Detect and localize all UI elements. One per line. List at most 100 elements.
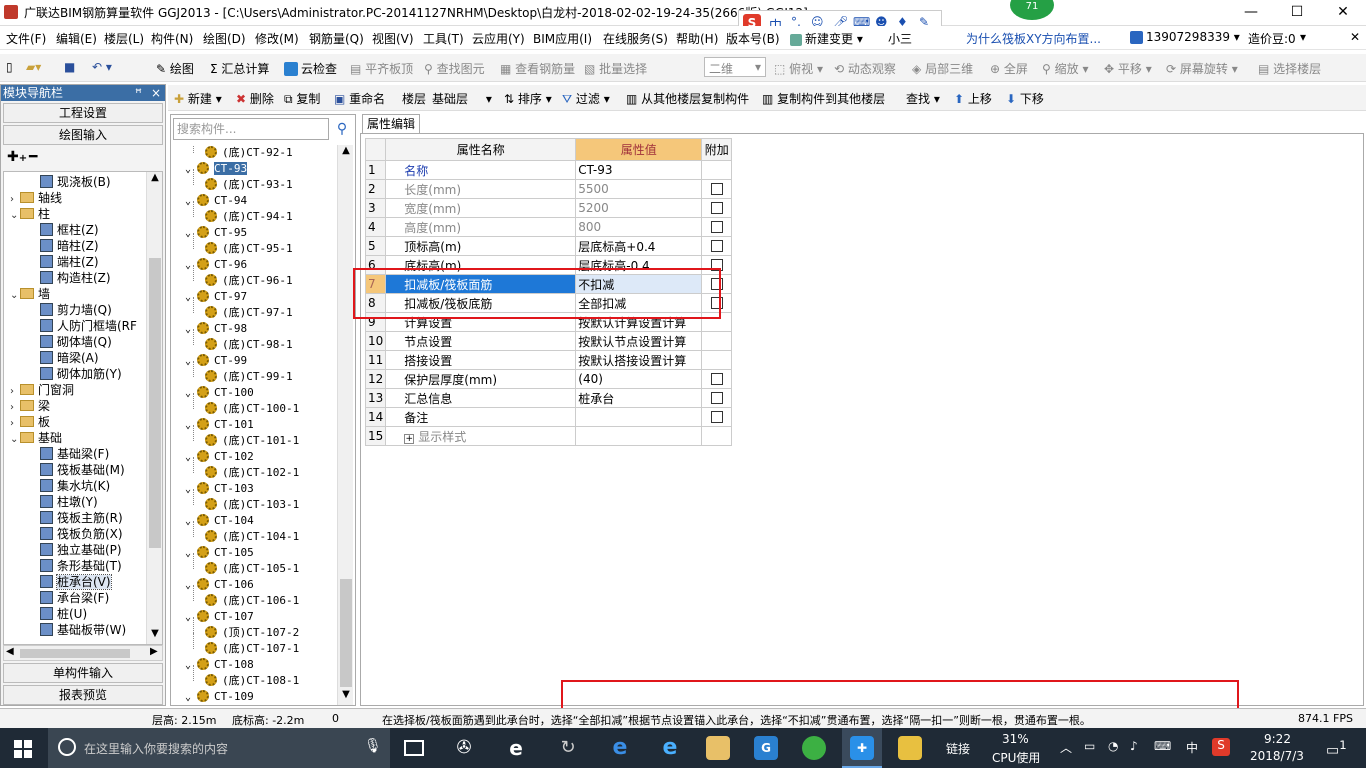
single-input-button[interactable]: 单构件输入 <box>3 663 163 683</box>
component-sub-item[interactable]: (底)CT-103-1 <box>193 489 299 513</box>
filter-button[interactable]: ⛛ 过滤 ▾ <box>562 90 610 107</box>
component-item[interactable]: ⌄ CT-107 <box>185 609 254 625</box>
user-small-label[interactable]: 小三 <box>888 30 912 47</box>
component-sub-item[interactable]: (底)CT-92-1 <box>193 145 293 161</box>
collapse-arrow-icon[interactable]: ⌄ <box>185 514 197 530</box>
tree-item[interactable]: 独立基础(P) <box>40 542 122 558</box>
property-name-cell[interactable]: 汇总信息 <box>385 388 577 408</box>
tree-item[interactable]: 桩承台(V) <box>40 574 112 590</box>
property-row[interactable]: 5 顶标高(m) 层底标高+0.4 <box>364 236 733 256</box>
component-sub-item[interactable]: (底)CT-97-1 <box>193 297 293 321</box>
ie-blue-icon[interactable]: e <box>658 736 682 760</box>
scroll-down-icon[interactable]: ▼ <box>147 628 162 639</box>
close-button[interactable]: ✕ <box>1320 0 1366 26</box>
tray-chevron-icon[interactable]: ︿ <box>1060 739 1072 756</box>
tree-item[interactable]: 人防门框墙(RF <box>40 318 137 334</box>
edge-icon[interactable]: e <box>608 736 632 760</box>
scroll-thumb[interactable] <box>149 258 161 548</box>
tree-item[interactable]: 暗梁(A) <box>40 350 99 366</box>
component-item[interactable]: ⌄ CT-103 <box>185 481 254 497</box>
property-row[interactable]: 11 搭接设置 按默认搭接设置计算 <box>364 350 733 370</box>
menu-cloud[interactable]: 云应用(Y) <box>472 30 525 47</box>
tree-item[interactable]: 砌体墙(Q) <box>40 334 112 350</box>
move-down-button[interactable]: ⬇ 下移 <box>1006 90 1044 107</box>
tree-item[interactable]: 桩(U) <box>40 606 87 622</box>
rotate-button[interactable]: ⟳ 屏幕旋转 ▾ <box>1166 60 1238 77</box>
component-item[interactable]: ⌄ CT-108 <box>185 657 254 673</box>
glodon-g-icon[interactable]: G <box>754 736 778 760</box>
network-icon[interactable]: ◔ <box>1108 739 1118 753</box>
flat-top-button[interactable]: ▤ 平齐板顶 <box>350 60 413 77</box>
scroll-up-icon[interactable]: ▲ <box>147 172 162 183</box>
property-value-cell[interactable]: 层底标高+0.4 <box>575 236 703 256</box>
property-row[interactable]: 12 保护层厚度(mm) (40) <box>364 369 733 389</box>
tree-item[interactable]: 砌体加筋(Y) <box>40 366 122 382</box>
menu-floor[interactable]: 楼层(L) <box>104 30 144 47</box>
notes-app-icon[interactable] <box>898 736 922 760</box>
scroll-down-icon[interactable]: ▼ <box>338 689 354 700</box>
volume-icon[interactable]: ♪ <box>1130 739 1138 753</box>
property-row[interactable]: 13 汇总信息 桩承台 <box>364 388 733 408</box>
file-explorer-icon[interactable] <box>706 736 730 760</box>
zoom-button[interactable]: ⚲ 缩放 ▾ <box>1042 60 1088 77</box>
move-up-button[interactable]: ⬆ 上移 <box>954 90 992 107</box>
new-change-button[interactable]: 新建变更 ▾ <box>790 30 863 47</box>
menu-rebar[interactable]: 钢筋量(Q) <box>309 30 364 47</box>
collapse-arrow-icon[interactable]: ⌄ <box>185 690 197 705</box>
collapse-arrow-icon[interactable]: ⌄ <box>10 208 20 224</box>
property-row[interactable]: 4 高度(mm) 800 <box>364 217 733 237</box>
search-icon[interactable]: ⚲ <box>331 118 353 140</box>
collapse-arrow-icon[interactable]: ⌄ <box>185 194 197 210</box>
component-sub-item[interactable]: (底)CT-108-1 <box>193 665 299 689</box>
collapse-arrow-icon[interactable]: ⌄ <box>185 418 197 434</box>
menu-help[interactable]: 帮助(H) <box>676 30 718 47</box>
expand-plus-icon[interactable]: + <box>404 433 415 444</box>
tree-item[interactable]: 承台梁(F) <box>40 590 109 606</box>
property-name-cell[interactable]: 宽度(mm) <box>385 198 577 218</box>
component-sub-item[interactable]: (底)CT-104-1 <box>193 521 299 545</box>
battery-icon[interactable]: ▭ <box>1084 739 1095 753</box>
tree-folder[interactable]: › 轴线 <box>10 190 62 206</box>
extra-checkbox[interactable] <box>710 221 723 233</box>
maximize-button[interactable]: ☐ <box>1274 0 1320 26</box>
tree-item[interactable]: 条形基础(T) <box>40 558 122 574</box>
property-name-cell[interactable]: 顶标高(m) <box>385 236 577 256</box>
property-value-cell[interactable] <box>575 407 703 427</box>
collapse-arrow-icon[interactable]: ⌄ <box>185 290 197 306</box>
property-row[interactable]: 15 + 显示样式 <box>364 426 733 446</box>
ime-indicator[interactable]: 中 <box>1186 739 1198 756</box>
cloud-check-button[interactable]: 云检查 <box>284 60 337 77</box>
component-scrollbar[interactable]: ▲ ▼ <box>337 145 353 705</box>
save-icon[interactable]: ■ <box>64 60 75 74</box>
local-3d-button[interactable]: ◈ 局部三维 <box>912 60 973 77</box>
extra-checkbox[interactable] <box>710 183 723 195</box>
menu-component[interactable]: 构件(N) <box>151 30 193 47</box>
component-sub-item[interactable]: (底)CT-98-1 <box>193 329 293 353</box>
collapse-arrow-icon[interactable]: ⌄ <box>185 546 197 562</box>
ie-icon[interactable]: e <box>504 736 528 760</box>
collapse-all-icon[interactable]: ━ <box>29 149 37 165</box>
component-item[interactable]: ⌄ CT-95 <box>185 225 247 241</box>
expand-all-icon[interactable]: ✚+ <box>7 149 27 165</box>
sort-button[interactable]: ⇅ 排序 ▾ <box>504 90 552 107</box>
property-row[interactable]: 2 长度(mm) 5500 <box>364 179 733 199</box>
property-row[interactable]: 3 宽度(mm) 5200 <box>364 198 733 218</box>
property-name-cell[interactable]: 名称 <box>385 160 577 180</box>
menu-edit[interactable]: 编辑(E) <box>56 30 97 47</box>
component-item[interactable]: ⌄ CT-101 <box>185 417 254 433</box>
report-preview-button[interactable]: 报表预览 <box>3 685 163 705</box>
property-value-cell[interactable]: (40) <box>575 369 703 389</box>
collapse-arrow-icon[interactable]: ⌄ <box>185 226 197 242</box>
property-value-cell[interactable]: 5200 <box>575 198 703 218</box>
component-sub-item[interactable]: (顶)CT-107-2 <box>193 617 299 641</box>
extra-checkbox[interactable] <box>710 240 723 252</box>
property-value-cell[interactable]: 按默认搭接设置计算 <box>575 350 703 370</box>
component-sub-item[interactable]: (底)CT-101-1 <box>193 425 299 449</box>
component-sub-item[interactable]: (底)CT-95-1 <box>193 233 293 257</box>
component-item[interactable]: ⌄ CT-106 <box>185 577 254 593</box>
property-row[interactable]: 1 名称 CT-93 <box>364 160 733 180</box>
collapse-arrow-icon[interactable]: ⌄ <box>185 610 197 626</box>
property-name-cell[interactable]: 备注 <box>385 407 577 427</box>
tree-item[interactable]: 筏板负筋(X) <box>40 526 123 542</box>
fan-app-icon[interactable]: ✇ <box>452 736 476 760</box>
